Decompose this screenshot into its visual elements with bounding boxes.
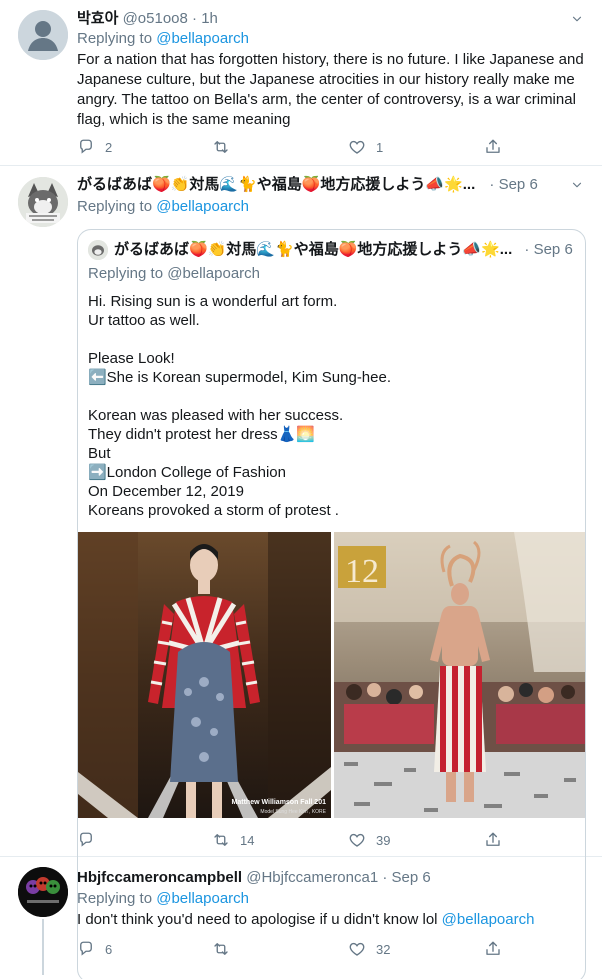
media-grid: Matthew Williamson Fall 201 Model Sung H… xyxy=(78,532,585,818)
like-button[interactable]: 32 xyxy=(348,939,390,959)
tweet-header: Hbjfccameroncampbell @Hbjfccameronca1 · … xyxy=(77,868,431,888)
quote-line: ⬅️She is Korean supermodel, Kim Sung-hee… xyxy=(88,369,392,386)
tweet-header: がるばあば🍑👏対馬🌊🐈や福島🍑地方応援しよう📣🌟... · Sep 6 xyxy=(77,175,538,195)
mention-link[interactable]: @bellapoarch xyxy=(156,198,249,215)
mention-link[interactable]: @bellapoarch xyxy=(156,890,249,907)
reply-button[interactable]: 2 xyxy=(77,137,112,157)
like-icon xyxy=(348,831,366,849)
retweet-icon xyxy=(212,940,230,958)
tweet-header: 박효아 @o51oo8 · 1h xyxy=(77,10,218,27)
mention-link[interactable]: @bellapoarch xyxy=(156,30,249,47)
retweet-button[interactable]: 14 xyxy=(212,830,254,850)
quote-line: Hi. Rising sun is a wonderful art form. xyxy=(88,293,338,310)
tweet-text: I don't think you'd need to apologise if… xyxy=(77,911,535,928)
reply-button[interactable] xyxy=(77,830,105,850)
like-button[interactable]: 39 xyxy=(348,830,390,850)
replying-to: Replying to @bellapoarch xyxy=(77,890,250,907)
reply-icon xyxy=(77,831,95,849)
timestamp[interactable]: · Sep 6 xyxy=(489,176,537,193)
share-button[interactable] xyxy=(484,137,512,157)
like-count: 39 xyxy=(376,832,391,848)
photo-caption: Matthew Williamson Fall 201 xyxy=(232,799,327,806)
quote-line: Koreans provoked a storm of protest . xyxy=(88,502,339,519)
quote-line xyxy=(88,387,578,406)
share-icon xyxy=(484,831,502,849)
photo-number: 12 xyxy=(345,553,379,590)
quote-line: But xyxy=(88,445,111,462)
share-icon xyxy=(484,138,502,156)
tweet[interactable]: 박효아 @o51oo8 · 1h Replying to @bellapoarc… xyxy=(0,0,602,166)
thread-line xyxy=(42,919,44,975)
replying-to: Replying to @bellapoarch xyxy=(88,265,260,282)
display-name[interactable]: Hbjfccameroncampbell xyxy=(77,869,242,886)
tweet[interactable]: Hbjfccameroncampbell @Hbjfccameronca1 · … xyxy=(0,857,602,979)
like-button[interactable]: 1 xyxy=(348,137,383,157)
reply-count: 6 xyxy=(105,941,113,957)
reply-icon xyxy=(77,138,95,156)
tweet-text: For a nation that has forgotten history,… xyxy=(77,51,584,128)
quote-line: They didn't protest her dress👗🌅 xyxy=(88,426,315,443)
caret-down-icon[interactable] xyxy=(570,178,584,192)
like-icon xyxy=(348,940,366,958)
avatar[interactable] xyxy=(18,10,68,60)
quote-text: Hi. Rising sun is a wonderful art form. U… xyxy=(88,292,578,520)
avatar[interactable] xyxy=(88,240,108,260)
like-icon xyxy=(348,138,366,156)
quote-line: Ur tattoo as well. xyxy=(88,312,200,329)
retweet-button[interactable] xyxy=(212,939,240,959)
mention-link[interactable]: @bellapoarch xyxy=(442,911,535,928)
retweet-icon xyxy=(212,138,230,156)
user-handle[interactable]: @Hbjfccameronca1 xyxy=(246,869,378,886)
reply-button[interactable]: 6 xyxy=(77,939,112,959)
display-name: がるばあば🍑👏対馬🌊🐈や福島🍑地方応援しよう📣🌟... xyxy=(114,241,513,258)
timestamp: · Sep 6 xyxy=(524,241,573,258)
photo-right[interactable]: 12 xyxy=(333,532,585,818)
photo-subcaption: Model Sung Hee Kim , KORE xyxy=(260,809,326,815)
retweet-button[interactable] xyxy=(212,137,240,157)
photo-left[interactable]: Matthew Williamson Fall 201 Model Sung H… xyxy=(78,532,332,818)
display-name[interactable]: 박효아 xyxy=(77,10,118,27)
share-button[interactable] xyxy=(484,830,512,850)
avatar[interactable] xyxy=(18,867,68,917)
share-button[interactable] xyxy=(484,939,512,959)
display-name[interactable]: がるばあば🍑👏対馬🌊🐈や福島🍑地方応援しよう📣🌟... xyxy=(77,176,475,193)
timestamp[interactable]: 1h xyxy=(201,10,218,27)
replying-to: Replying to @bellapoarch xyxy=(77,198,250,215)
quote-line: ➡️London College of Fashion xyxy=(88,464,286,481)
quote-line xyxy=(88,330,578,349)
retweet-count: 14 xyxy=(240,832,255,848)
action-bar: 14 39 xyxy=(77,830,517,850)
quote-line: On December 12, 2019 xyxy=(88,483,244,500)
action-bar: 6 32 xyxy=(77,939,517,959)
quote-header: がるばあば🍑👏対馬🌊🐈や福島🍑地方応援しよう📣🌟... · Sep 6 xyxy=(114,240,573,260)
quote-line: Korean was pleased with her success. xyxy=(88,407,344,424)
action-bar: 2 1 xyxy=(77,137,517,157)
caret-down-icon[interactable] xyxy=(570,12,584,26)
reply-icon xyxy=(77,940,95,958)
tweet[interactable]: がるばあば🍑👏対馬🌊🐈や福島🍑地方応援しよう📣🌟... · Sep 6 Repl… xyxy=(0,166,602,979)
replying-to: Replying to @bellapoarch xyxy=(77,30,250,47)
user-handle[interactable]: @o51oo8 xyxy=(123,10,188,27)
quote-line: Please Look! xyxy=(88,350,175,367)
avatar[interactable] xyxy=(18,177,68,227)
timestamp[interactable]: · Sep 6 xyxy=(382,869,430,886)
retweet-icon xyxy=(212,831,230,849)
share-icon xyxy=(484,940,502,958)
like-count: 1 xyxy=(376,139,384,155)
like-count: 32 xyxy=(376,941,391,957)
reply-count: 2 xyxy=(105,139,113,155)
